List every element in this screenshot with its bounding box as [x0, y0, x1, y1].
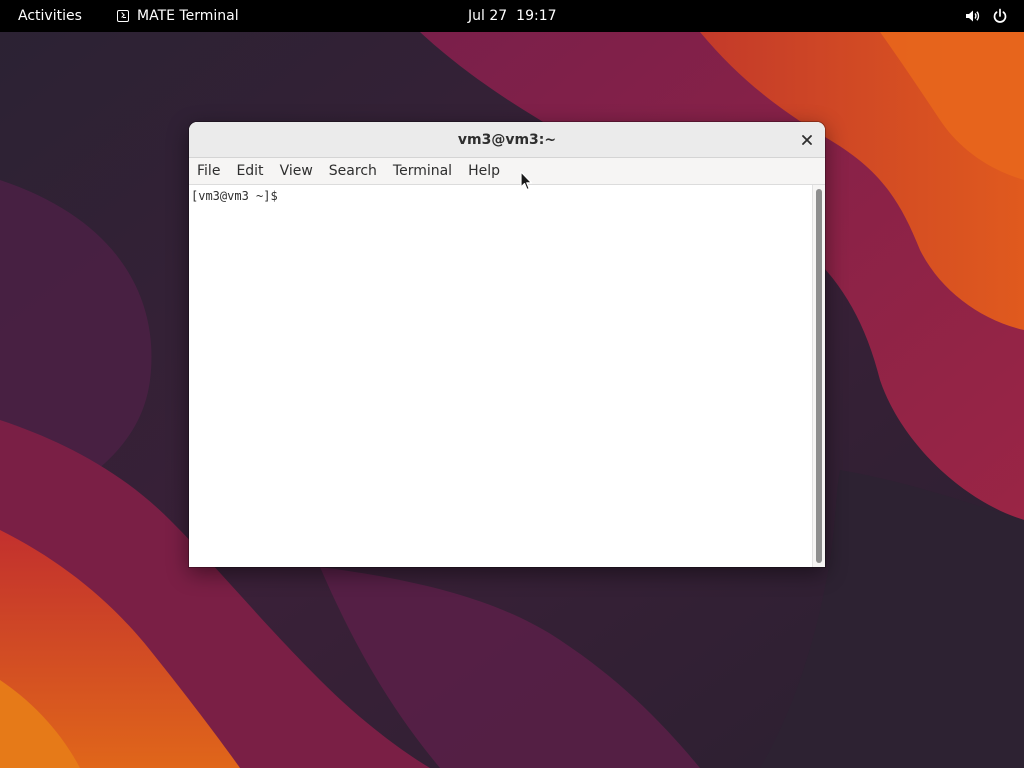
menu-search[interactable]: Search — [321, 158, 385, 185]
terminal-icon — [117, 10, 129, 22]
close-icon — [802, 135, 812, 145]
scrollbar-thumb[interactable] — [816, 189, 822, 563]
activities-button[interactable]: Activities — [18, 0, 82, 32]
menu-file[interactable]: File — [189, 158, 228, 185]
menu-terminal[interactable]: Terminal — [385, 158, 460, 185]
menu-help[interactable]: Help — [460, 158, 508, 185]
menu-edit[interactable]: Edit — [228, 158, 271, 185]
window-title: vm3@vm3:~ — [457, 132, 557, 148]
menu-bar: File Edit View Search Terminal Help — [189, 158, 825, 185]
mouse-cursor-icon — [520, 171, 534, 195]
system-menu-button[interactable] — [964, 0, 1008, 32]
menu-view[interactable]: View — [272, 158, 321, 185]
close-button[interactable] — [797, 130, 817, 150]
app-name: MATE Terminal — [137, 8, 239, 24]
terminal-area[interactable]: [vm3@vm3 ~]$ — [189, 185, 812, 567]
terminal-window: vm3@vm3:~ File Edit View Search Terminal… — [189, 122, 825, 567]
terminal-prompt: [vm3@vm3 ~]$ — [191, 189, 285, 203]
clock-date: Jul 27 — [468, 8, 508, 24]
window-titlebar[interactable]: vm3@vm3:~ — [189, 122, 825, 158]
clock-time: 19:17 — [516, 8, 557, 24]
clock-button[interactable]: Jul 27 19:17 — [468, 0, 557, 32]
app-menu-button[interactable]: MATE Terminal — [117, 0, 239, 32]
volume-icon — [964, 8, 980, 24]
terminal-scrollbar[interactable] — [812, 185, 825, 567]
power-icon — [992, 8, 1008, 24]
top-bar: Activities MATE Terminal Jul 27 19:17 — [0, 0, 1024, 32]
